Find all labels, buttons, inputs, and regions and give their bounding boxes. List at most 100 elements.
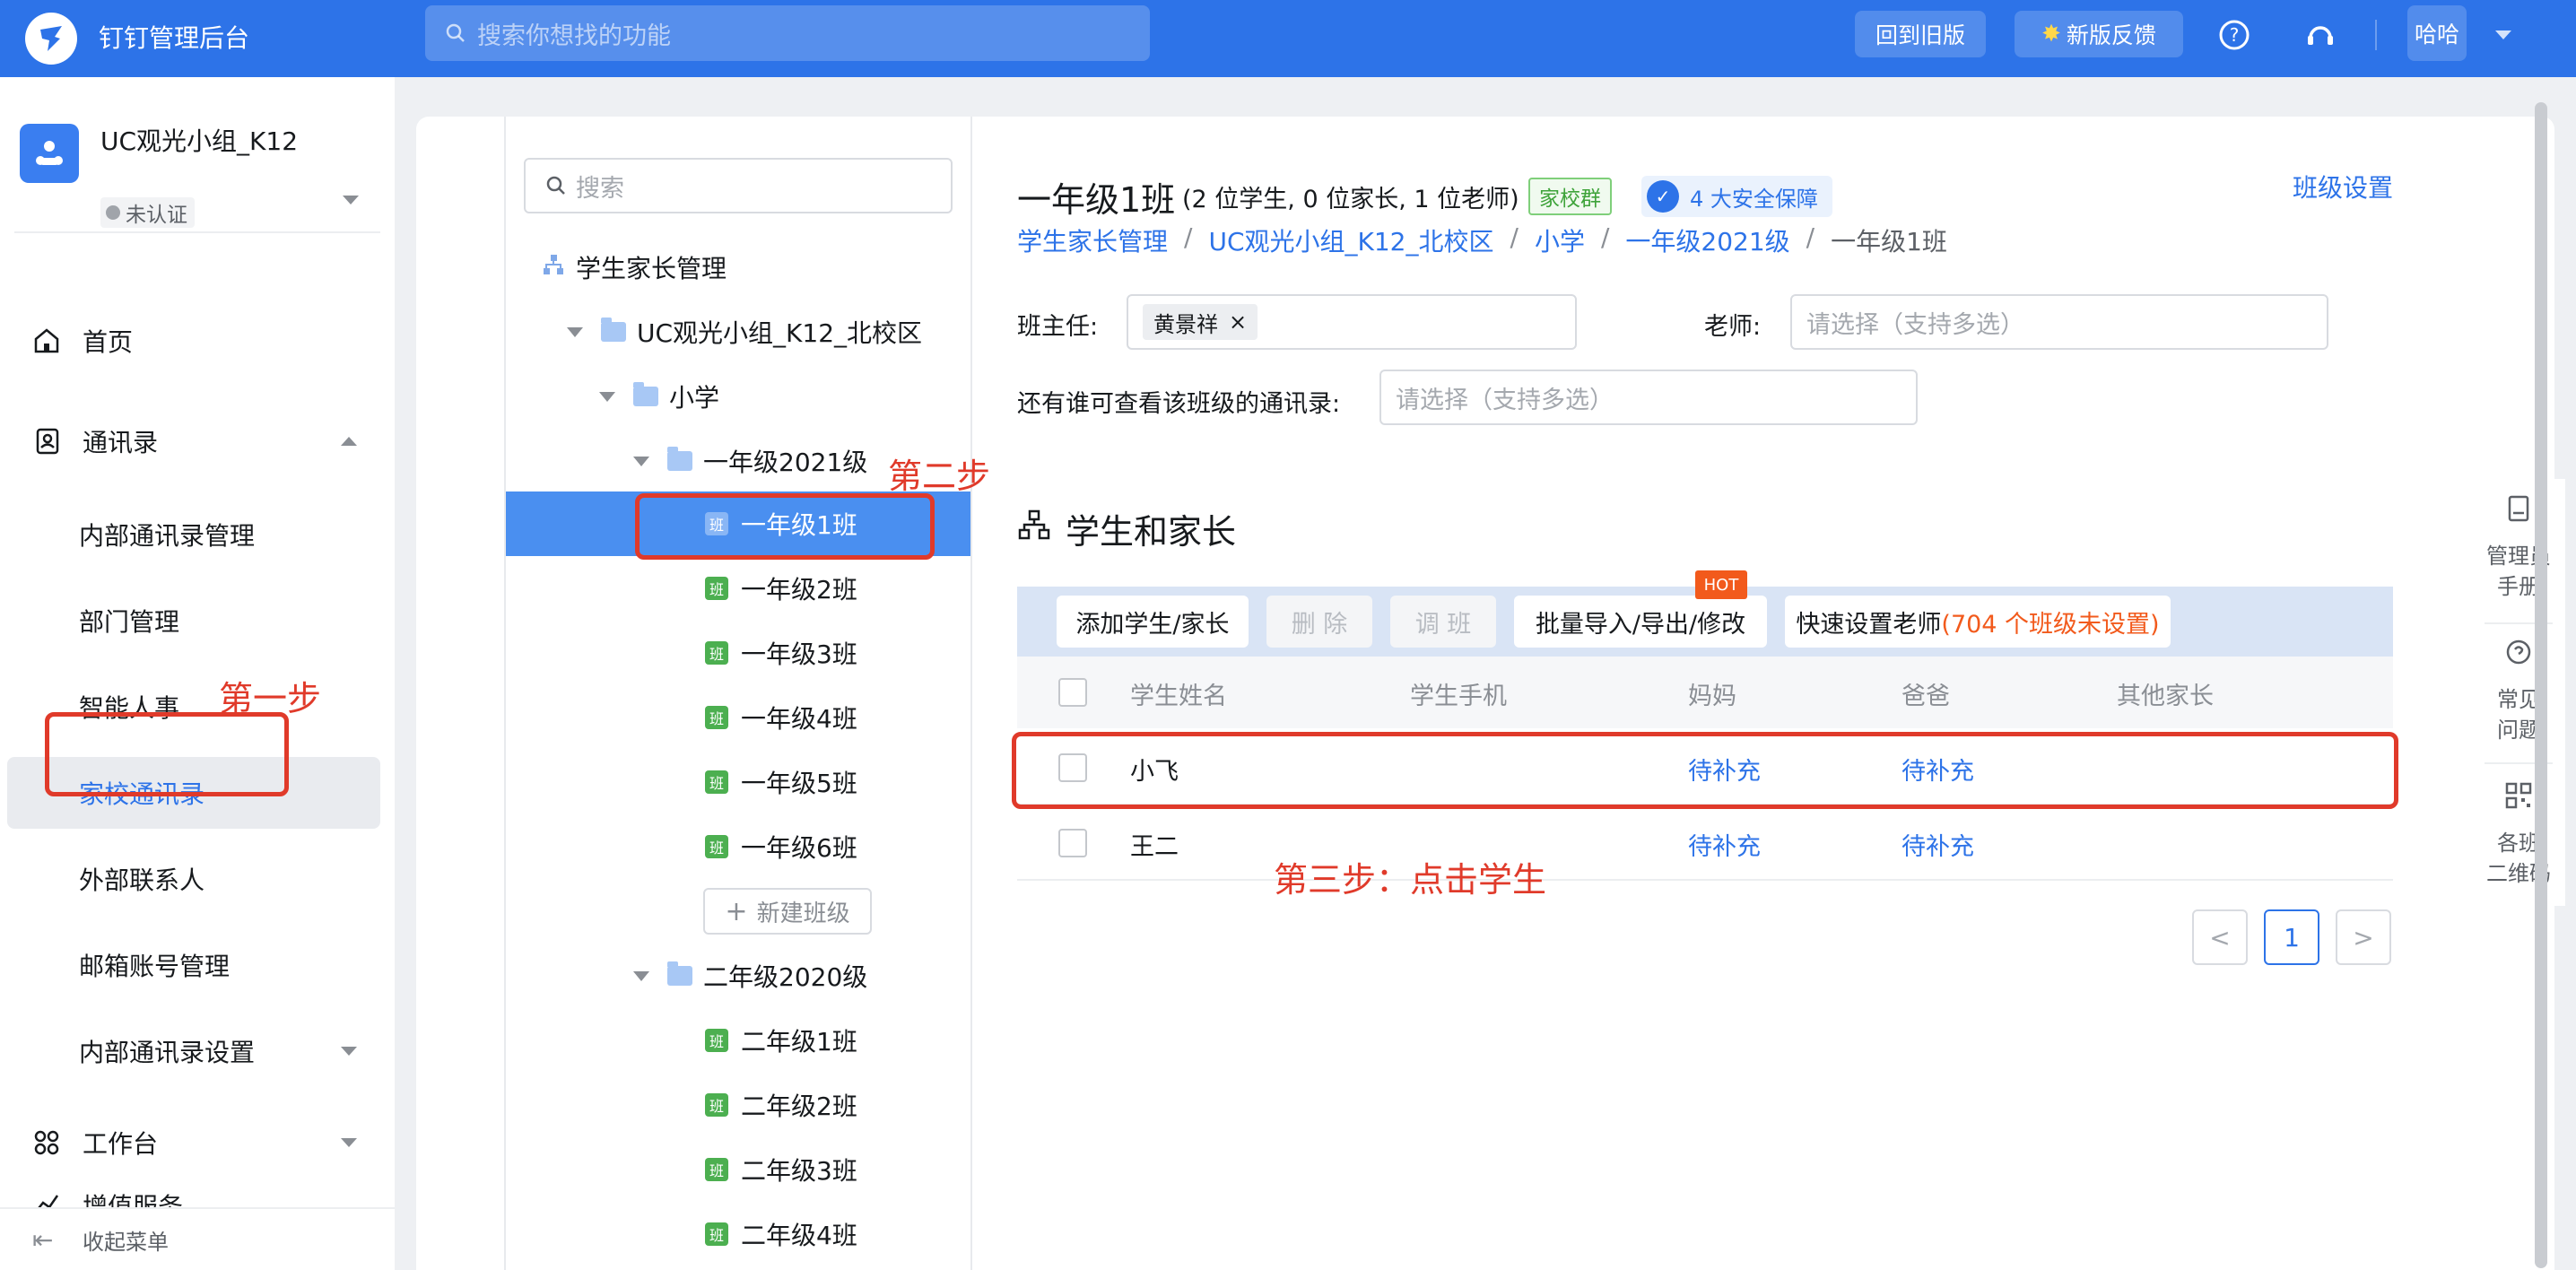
org-status-badge: 未认证 xyxy=(100,197,195,228)
breadcrumb-separator: / xyxy=(1510,222,1519,252)
chevron-down-icon xyxy=(341,1047,357,1056)
right-help-rail: 管理员 手册 常见 问题 各班 二维码 xyxy=(2472,479,2565,906)
prev-page-button[interactable]: < xyxy=(2192,909,2248,965)
add-student-parent-button[interactable]: 添加学生/家长 xyxy=(1057,596,1249,648)
class-settings-link[interactable]: 班级设置 xyxy=(2293,169,2393,204)
tree-class-label: 二年级3班 xyxy=(741,1156,857,1186)
tree-class-1-5[interactable]: 班一年级5班 xyxy=(705,750,857,814)
safety-guarantee-badge[interactable]: ✓ 4 大安全保障 xyxy=(1641,176,1832,217)
sidebar-item-contacts[interactable]: 通讯录 xyxy=(7,405,380,477)
app-title: 钉钉管理后台 xyxy=(99,23,250,53)
org-chevron-down-icon[interactable] xyxy=(343,196,359,204)
sidebar-subitem-label: 邮箱账号管理 xyxy=(79,952,231,981)
tree-root[interactable]: 学生家长管理 xyxy=(542,235,727,300)
breadcrumb-item[interactable]: 小学 xyxy=(1535,222,1585,258)
faq-button[interactable]: 常见 问题 xyxy=(2472,637,2565,745)
feedback-button[interactable]: ✸ 新版反馈 xyxy=(2015,11,2183,57)
sidebar-item-workbench[interactable]: 工作台 xyxy=(7,1107,380,1179)
user-avatar[interactable]: 哈哈 xyxy=(2407,5,2467,61)
tree-class-1-3[interactable]: 班一年级3班 xyxy=(705,621,857,685)
class-tag-icon: 班 xyxy=(705,1158,728,1181)
teacher-select[interactable]: 请选择（支持多选） xyxy=(1790,294,2328,350)
tree-node-grade2[interactable]: 二年级2020级 xyxy=(633,944,867,1008)
tree-class-1-2[interactable]: 班一年级2班 xyxy=(705,556,857,621)
tree-class-2-1[interactable]: 班二年级1班 xyxy=(705,1008,857,1073)
head-teacher-name: 黄景祥 xyxy=(1153,311,1218,337)
chevron-up-icon xyxy=(341,437,357,446)
tree-class-1-4[interactable]: 班一年级4班 xyxy=(705,685,857,750)
class-tag-icon: 班 xyxy=(705,835,728,858)
page-number-button[interactable]: 1 xyxy=(2264,909,2319,965)
org-switcher[interactable]: UC观光小组_K12 未认证 xyxy=(20,124,379,231)
next-page-button[interactable]: > xyxy=(2336,909,2391,965)
expand-arrow-icon[interactable] xyxy=(567,326,583,337)
top-bar: 钉钉管理后台 搜索你想找的功能 回到旧版 ✸ 新版反馈 ? 哈哈 xyxy=(0,0,2576,77)
sidebar-item-email-accounts[interactable]: 邮箱账号管理 xyxy=(7,929,380,1001)
tree-class-2-2[interactable]: 班二年级2班 xyxy=(705,1073,857,1137)
tree-node-label: 小学 xyxy=(669,383,720,413)
delete-button[interactable]: 删 除 xyxy=(1266,596,1372,648)
head-teacher-chip: 黄景祥 × xyxy=(1143,304,1258,340)
search-placeholder: 搜索你想找的功能 xyxy=(477,22,671,50)
info-icon xyxy=(106,205,120,220)
tree-search-input[interactable]: 搜索 xyxy=(524,158,953,213)
new-class-button[interactable]: + 新建班级 xyxy=(703,888,872,935)
expand-arrow-icon[interactable] xyxy=(633,970,649,981)
close-icon[interactable]: × xyxy=(1229,309,1247,335)
step1-highlight-box xyxy=(45,712,289,796)
sidebar-subitem-label: 内部通讯录管理 xyxy=(79,521,256,551)
global-search-input[interactable]: 搜索你想找的功能 xyxy=(425,5,1150,61)
sidebar-item-departments[interactable]: 部门管理 xyxy=(7,585,380,657)
expand-arrow-icon[interactable] xyxy=(599,391,615,402)
row-checkbox[interactable] xyxy=(1058,829,1087,857)
page-scrollbar[interactable] xyxy=(2535,102,2547,1268)
admin-manual-button[interactable]: 管理员 手册 xyxy=(2472,493,2565,602)
section-title: 学生和家长 xyxy=(1017,504,1236,553)
sidebar-item-home[interactable]: 首页 xyxy=(7,305,380,377)
sidebar-item-internal-contacts[interactable]: 内部通讯录管理 xyxy=(7,499,380,570)
tree-node-campus[interactable]: UC观光小组_K12_北校区 xyxy=(567,300,922,364)
rail-label: 各班 xyxy=(2497,831,2540,856)
column-header: 爸爸 xyxy=(1902,683,1950,710)
workbench-icon xyxy=(30,1126,63,1159)
dad-link[interactable]: 待补充 xyxy=(1902,827,1974,862)
section-title-label: 学生和家长 xyxy=(1066,512,1237,552)
tree-class-2-3[interactable]: 班二年级3班 xyxy=(705,1137,857,1202)
tree-class-label: 一年级2班 xyxy=(741,575,857,605)
column-header: 妈妈 xyxy=(1688,683,1736,710)
user-menu-chevron-icon[interactable] xyxy=(2495,30,2511,39)
select-all-checkbox[interactable] xyxy=(1058,678,1087,707)
transfer-class-button[interactable]: 调 班 xyxy=(1390,596,1496,648)
sidebar-subitem-label: 外部联系人 xyxy=(79,866,205,895)
quick-set-teacher-button[interactable]: 快速设置老师 (704 个班级未设置) xyxy=(1785,596,2171,648)
old-version-button[interactable]: 回到旧版 xyxy=(1855,11,1986,57)
tree-node-label: UC观光小组_K12_北校区 xyxy=(637,318,923,348)
mom-link[interactable]: 待补充 xyxy=(1688,827,1761,862)
page-title: 一年级1班 xyxy=(1017,180,1176,220)
help-icon[interactable]: ? xyxy=(2215,16,2253,54)
tree-node-school[interactable]: 小学 xyxy=(599,364,719,429)
breadcrumb-item[interactable]: 一年级2021级 xyxy=(1625,222,1789,258)
collapse-menu-button[interactable]: ⇤ 收起菜单 xyxy=(0,1207,395,1270)
head-teacher-select[interactable]: 黄景祥 × xyxy=(1127,294,1577,350)
customer-service-icon[interactable] xyxy=(2302,16,2339,54)
tree-node-grade1[interactable]: 一年级2021级 xyxy=(633,429,867,493)
expand-arrow-icon[interactable] xyxy=(633,456,649,466)
sidebar-item-external-contacts[interactable]: 外部联系人 xyxy=(7,843,380,915)
sidebar-item-contacts-settings[interactable]: 内部通讯录设置 xyxy=(7,1015,380,1087)
folder-icon xyxy=(633,382,658,406)
breadcrumb-item[interactable]: 学生家长管理 xyxy=(1017,222,1168,258)
class-qrcode-button[interactable]: 各班 二维码 xyxy=(2472,780,2565,889)
tree-class-1-6[interactable]: 班一年级6班 xyxy=(705,814,857,879)
topbar-divider xyxy=(2375,20,2377,50)
viewers-select[interactable]: 请选择（支持多选） xyxy=(1379,370,1918,425)
dingtalk-logo-icon[interactable] xyxy=(25,13,77,65)
head-teacher-label: 班主任: xyxy=(1017,313,1099,341)
tree-class-2-4[interactable]: 班二年级4班 xyxy=(705,1202,857,1266)
breadcrumb-item[interactable]: UC观光小组_K12_北校区 xyxy=(1208,222,1493,258)
student-name[interactable]: 王二 xyxy=(1130,827,1179,862)
batch-import-export-button[interactable]: 批量导入/导出/修改 xyxy=(1514,596,1767,648)
table-row[interactable]: 王二 待补充 待补充 xyxy=(1017,805,2393,881)
breadcrumb-separator: / xyxy=(1184,222,1193,252)
feedback-label: 新版反馈 xyxy=(2066,22,2156,48)
